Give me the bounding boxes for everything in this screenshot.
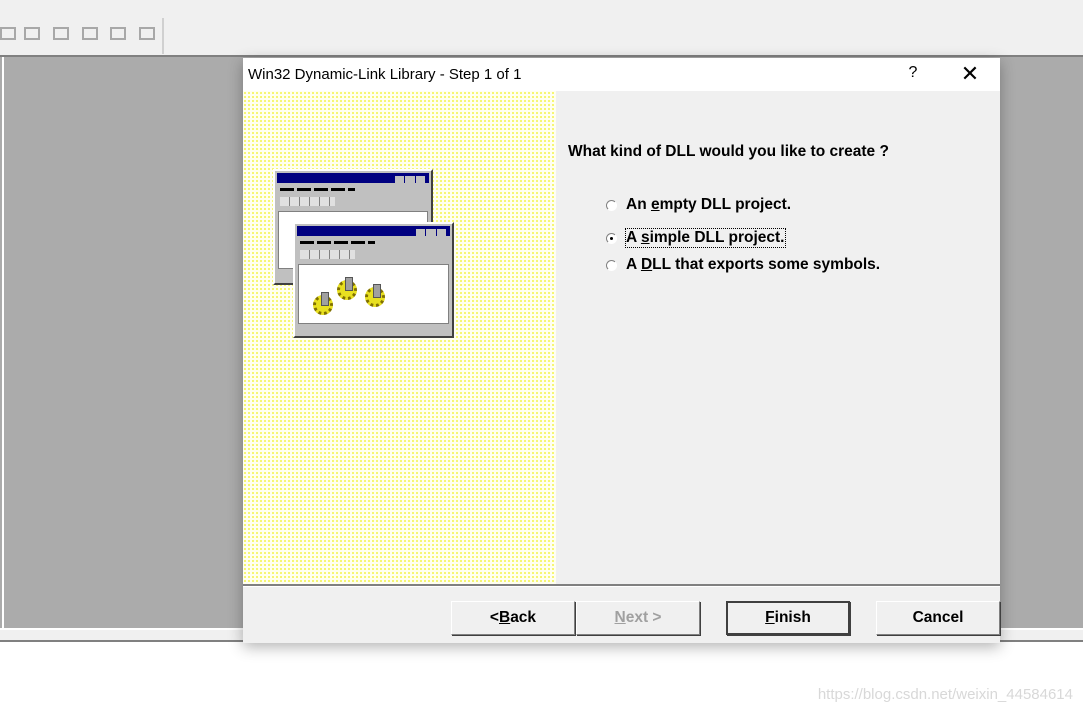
option-export-symbols[interactable]: A DLL that exports some symbols. xyxy=(606,256,880,274)
option-simple-dll[interactable]: A simple DLL project. xyxy=(606,228,786,248)
class-wizard-icon[interactable] xyxy=(0,27,16,40)
option-label: A DLL that exports some symbols. xyxy=(626,256,881,273)
browse-icon[interactable] xyxy=(139,27,155,40)
gear-icon xyxy=(337,277,357,300)
hierarchy-icon[interactable] xyxy=(110,27,126,40)
title-bar: Win32 Dynamic-Link Library - Step 1 of 1… xyxy=(243,58,1000,91)
wizard-illustration xyxy=(243,91,556,584)
option-empty-dll[interactable]: An empty DLL project. xyxy=(606,196,791,214)
close-button[interactable]: ✕ xyxy=(955,61,985,87)
gear-icon xyxy=(313,292,333,315)
back-button[interactable]: < Back xyxy=(451,601,575,635)
finish-button[interactable]: Finish xyxy=(726,601,850,635)
gear-icon xyxy=(365,284,385,307)
watermark: https://blog.csdn.net/weixin_44584614 xyxy=(817,686,1073,703)
next-button[interactable]: Next > xyxy=(576,601,700,635)
cancel-button[interactable]: Cancel xyxy=(876,601,1000,635)
radio-button[interactable] xyxy=(606,259,617,271)
separator xyxy=(243,584,1000,587)
help-button[interactable]: ? xyxy=(903,64,923,82)
window-illustration-front xyxy=(293,222,454,338)
question-label: What kind of DLL would you like to creat… xyxy=(568,143,889,160)
toolbar xyxy=(0,18,164,54)
radio-button[interactable] xyxy=(606,199,617,211)
dialog-icon[interactable] xyxy=(53,27,69,40)
list-icon[interactable] xyxy=(82,27,98,40)
resource-icon[interactable] xyxy=(24,27,40,40)
option-label: An empty DLL project. xyxy=(626,196,792,213)
radio-button-selected[interactable] xyxy=(606,232,617,244)
dll-wizard-dialog: Win32 Dynamic-Link Library - Step 1 of 1… xyxy=(243,58,1000,643)
option-label: A simple DLL project. xyxy=(625,228,786,248)
dialog-title: Win32 Dynamic-Link Library - Step 1 of 1 xyxy=(248,66,522,83)
